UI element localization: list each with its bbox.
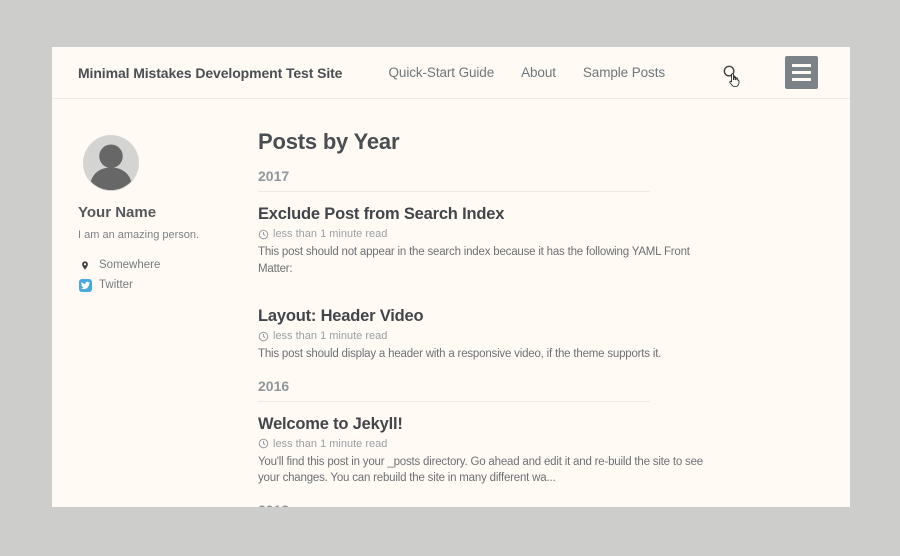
- page-title: Posts by Year: [258, 129, 850, 155]
- post-excerpt: This post should not appear in the searc…: [258, 244, 718, 277]
- post-excerpt: This post should display a header with a…: [258, 346, 718, 363]
- hamburger-bar: [792, 71, 811, 75]
- year-heading: 2016: [258, 378, 650, 402]
- twitter-icon: [78, 279, 92, 292]
- author-twitter-link[interactable]: Twitter: [78, 275, 222, 295]
- clock-icon: [258, 438, 269, 449]
- content-row: Your Name I am an amazing person. Somewh…: [52, 99, 850, 507]
- clock-icon: [258, 331, 269, 342]
- search-button-area: [722, 63, 742, 83]
- read-time: less than 1 minute read: [273, 330, 387, 342]
- author-location: Somewhere: [78, 255, 222, 275]
- read-time: less than 1 minute read: [273, 228, 387, 240]
- post-title-link[interactable]: Welcome to Jekyll!: [258, 413, 850, 435]
- year-heading: 2017: [258, 168, 650, 192]
- author-sidebar: Your Name I am an amazing person. Somewh…: [52, 99, 232, 507]
- post-entry: Welcome to Jekyll! less than 1 minute re…: [258, 413, 850, 487]
- post-meta: less than 1 minute read: [258, 438, 850, 450]
- post-entry: Exclude Post from Search Index less than…: [258, 203, 850, 277]
- masthead-nav: Quick-Start Guide About Sample Posts: [389, 56, 818, 89]
- year-section-2017: 2017 Exclude Post from Search Index less…: [258, 168, 850, 363]
- archive-main: Posts by Year 2017 Exclude Post from Sea…: [232, 99, 850, 507]
- year-heading: 2013: [258, 502, 650, 508]
- post-entry: Layout: Header Video less than 1 minute …: [258, 305, 850, 363]
- post-excerpt: You'll find this post in your _posts dir…: [258, 454, 718, 487]
- post-title-link[interactable]: Exclude Post from Search Index: [258, 203, 850, 225]
- page-card: Minimal Mistakes Development Test Site Q…: [52, 47, 850, 507]
- post-meta: less than 1 minute read: [258, 330, 850, 342]
- person-silhouette-icon: [83, 135, 139, 191]
- clock-icon: [258, 229, 269, 240]
- search-icon[interactable]: [722, 64, 739, 86]
- post-title-link[interactable]: Layout: Header Video: [258, 305, 850, 327]
- hamburger-menu-button[interactable]: [785, 56, 818, 89]
- avatar: [83, 135, 139, 191]
- site-title-link[interactable]: Minimal Mistakes Development Test Site: [78, 65, 342, 81]
- author-name: Your Name: [78, 204, 222, 221]
- year-section-2013: 2013: [258, 502, 850, 508]
- author-links: Somewhere Twitter: [78, 255, 222, 295]
- nav-link-sample-posts[interactable]: Sample Posts: [583, 65, 665, 80]
- author-twitter-label: Twitter: [99, 279, 133, 291]
- location-pin-icon: [78, 259, 92, 272]
- year-section-2016: 2016 Welcome to Jekyll! less than 1 minu…: [258, 378, 850, 487]
- hamburger-bar: [792, 78, 811, 82]
- hamburger-bar: [792, 64, 811, 68]
- nav-link-quick-start-guide[interactable]: Quick-Start Guide: [389, 65, 495, 80]
- author-bio: I am an amazing person.: [78, 229, 222, 241]
- post-meta: less than 1 minute read: [258, 228, 850, 240]
- author-location-label: Somewhere: [99, 259, 160, 271]
- masthead: Minimal Mistakes Development Test Site Q…: [52, 47, 850, 99]
- read-time: less than 1 minute read: [273, 438, 387, 450]
- nav-link-about[interactable]: About: [521, 65, 556, 80]
